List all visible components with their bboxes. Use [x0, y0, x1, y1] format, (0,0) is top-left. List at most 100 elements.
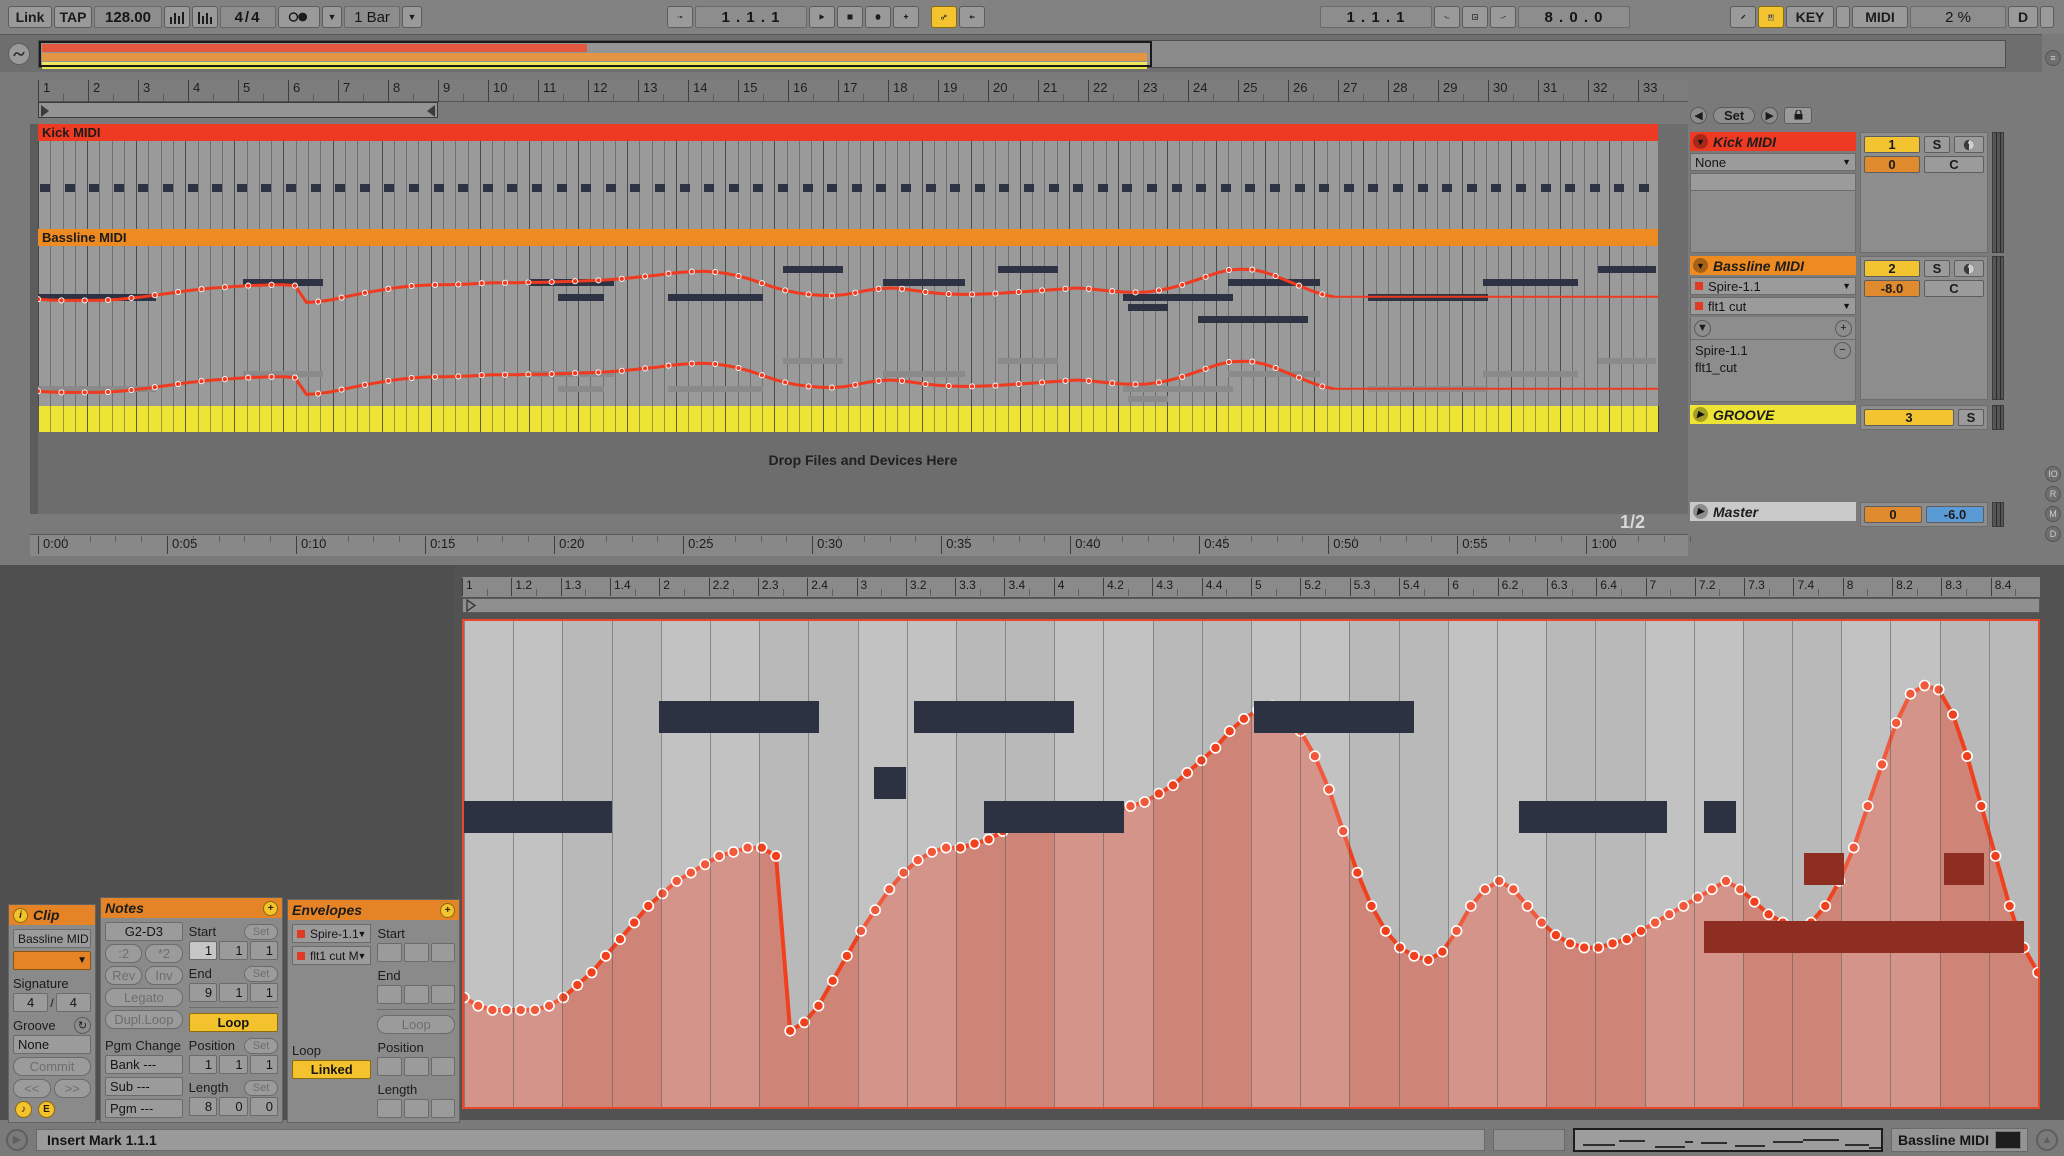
midi-note[interactable] — [1466, 184, 1477, 192]
next-icon[interactable]: ▶ — [1761, 106, 1779, 124]
solo-button-bassline[interactable]: S — [1924, 260, 1950, 277]
notes-end-bar[interactable]: 9 — [188, 983, 218, 1002]
output-routing-kick[interactable]: C — [1924, 156, 1984, 173]
midi-note[interactable] — [138, 184, 149, 192]
midi-note[interactable] — [1048, 184, 1059, 192]
arrangement-overview[interactable]: ≡ — [0, 34, 2064, 72]
chevron-down-icon[interactable]: ▼ — [1842, 301, 1851, 311]
clip-body-bassline[interactable] — [38, 246, 1658, 414]
arrangement-time-ruler[interactable]: 0:00 0:05 0:10 0:15 0:20 0:25 0:30 0:35 0:40 0:45… — [30, 534, 1691, 556]
envelope-start-tick[interactable] — [430, 943, 456, 962]
midi-note[interactable] — [163, 184, 173, 192]
notes-length-beat[interactable]: 0 — [219, 1097, 248, 1116]
midi-note[interactable] — [802, 184, 813, 192]
quantization-dropdown-icon[interactable]: ▼ — [402, 6, 422, 28]
midi-note[interactable] — [458, 184, 469, 192]
midi-note[interactable] — [1073, 184, 1084, 192]
notes-position-tick[interactable]: 1 — [249, 1055, 278, 1074]
notes-length-set-button[interactable]: Set — [244, 1079, 278, 1096]
io-strip-icon[interactable]: IO — [2045, 466, 2061, 482]
notes-start-beat[interactable]: 1 — [219, 941, 248, 960]
midi-note[interactable] — [679, 184, 690, 192]
midi-note[interactable] — [89, 184, 100, 192]
halve-notes-button[interactable]: :2 — [105, 944, 143, 963]
commit-groove-button[interactable]: Commit — [13, 1057, 91, 1076]
midi-note[interactable] — [335, 184, 346, 192]
automation-arm-icon[interactable] — [931, 6, 957, 28]
track-fold-icon[interactable]: ▼ — [1693, 134, 1708, 149]
midi-note[interactable] — [876, 184, 887, 192]
midi-note[interactable] — [659, 701, 819, 733]
midi-note[interactable] — [286, 184, 296, 192]
track-number-kick[interactable]: 1 — [1864, 136, 1920, 153]
midi-note[interactable] — [1097, 184, 1108, 192]
nudge-icon[interactable] — [192, 6, 218, 28]
arrangement-ruler[interactable]: 1 2 3 4 5 6 7 8 9 10 11 12 13 14 15 16 17 18 19 20 21 22 23 24 2… — [38, 80, 1688, 102]
note-icon[interactable]: ♪ — [15, 1101, 32, 1118]
lock-icon[interactable] — [1784, 106, 1813, 124]
metronome-icon[interactable] — [164, 6, 190, 28]
help-play-icon[interactable]: ▶ — [6, 1128, 28, 1151]
midi-note[interactable] — [187, 184, 198, 192]
midi-note[interactable] — [1540, 184, 1551, 192]
midi-note[interactable] — [1589, 184, 1600, 192]
midi-note[interactable] — [1024, 184, 1034, 192]
punch-in-icon[interactable] — [1434, 6, 1460, 28]
invert-notes-button[interactable]: Inv — [145, 966, 183, 985]
midi-note[interactable] — [1417, 184, 1428, 192]
notes-length-bar[interactable]: 8 — [188, 1097, 218, 1116]
midi-note[interactable] — [874, 767, 906, 799]
midi-note[interactable] — [558, 294, 604, 301]
loop-switch-icon[interactable] — [1462, 6, 1488, 28]
notes-position-set-button[interactable]: Set — [244, 1037, 278, 1054]
track-device-area-kick[interactable] — [1690, 191, 1856, 253]
overview-strip[interactable] — [38, 40, 2006, 69]
track-header-groove[interactable]: ▶ GROOVE 3 S — [1690, 405, 2020, 430]
track-name-kick-row[interactable]: ▼ Kick MIDI — [1690, 132, 1856, 151]
midi-note[interactable] — [1270, 184, 1280, 192]
notes-start-bar[interactable]: 1 — [188, 941, 218, 960]
punch-out-icon[interactable] — [1490, 6, 1516, 28]
midi-note[interactable] — [783, 266, 843, 273]
track-device-area-bassline[interactable]: ▼ + Spire-1.1 − flt1_cut — [1690, 317, 1856, 402]
envelope-position-tick[interactable] — [430, 1057, 456, 1076]
midi-note[interactable] — [914, 701, 1074, 733]
notes-end-tick[interactable]: 1 — [249, 983, 278, 1002]
envelope-position-beat[interactable] — [403, 1057, 429, 1076]
arrangement-clip-groove[interactable] — [38, 406, 1659, 432]
midi-note[interactable] — [1804, 853, 1844, 885]
midi-note[interactable] — [778, 184, 788, 192]
pencil-icon[interactable] — [1730, 6, 1756, 28]
arrangement-record-icon[interactable] — [893, 6, 919, 28]
browser-toggle-icon[interactable]: ≡ — [2045, 50, 2061, 66]
midi-keyboard-icon[interactable] — [1995, 1130, 2021, 1149]
envelope-length-bar[interactable] — [377, 1099, 402, 1118]
midi-note[interactable] — [1565, 184, 1576, 192]
midi-note[interactable] — [998, 266, 1058, 273]
midi-note[interactable] — [1343, 184, 1354, 192]
midi-note[interactable] — [1614, 184, 1625, 192]
midi-note[interactable] — [1171, 184, 1182, 192]
record-arm-icon-bassline[interactable] — [1954, 260, 1984, 277]
record-arm-icon-kick[interactable] — [1954, 136, 1984, 153]
midi-editor-loop-bar[interactable] — [462, 598, 2040, 613]
track-header-bassline[interactable]: ▼ Bassline MIDI Spire-1.1 ▼ flt1 cut ▼ ▼… — [1690, 256, 2020, 402]
envelope-start-beat[interactable] — [403, 943, 429, 962]
envelope-icon[interactable]: E — [38, 1101, 55, 1118]
midi-note[interactable] — [507, 184, 518, 192]
notes-position-bar[interactable]: 1 — [188, 1055, 218, 1074]
computer-midi-keyboard-icon[interactable] — [1758, 6, 1784, 28]
groove-select[interactable]: None — [13, 1035, 91, 1054]
midi-note[interactable] — [1944, 853, 1984, 885]
midi-note[interactable] — [704, 184, 715, 192]
midi-note[interactable] — [384, 184, 395, 192]
envelope-length-beat[interactable] — [403, 1099, 429, 1118]
midi-note[interactable] — [984, 801, 1124, 833]
quantization-select[interactable]: 1 Bar — [344, 6, 400, 28]
midi-note[interactable] — [532, 184, 542, 192]
notes-position-beat[interactable]: 1 — [219, 1055, 248, 1074]
clip-body-kick[interactable] — [38, 141, 1658, 229]
midi-note[interactable] — [236, 184, 247, 192]
midi-note[interactable] — [1123, 294, 1233, 301]
midi-note[interactable] — [1704, 801, 1736, 833]
